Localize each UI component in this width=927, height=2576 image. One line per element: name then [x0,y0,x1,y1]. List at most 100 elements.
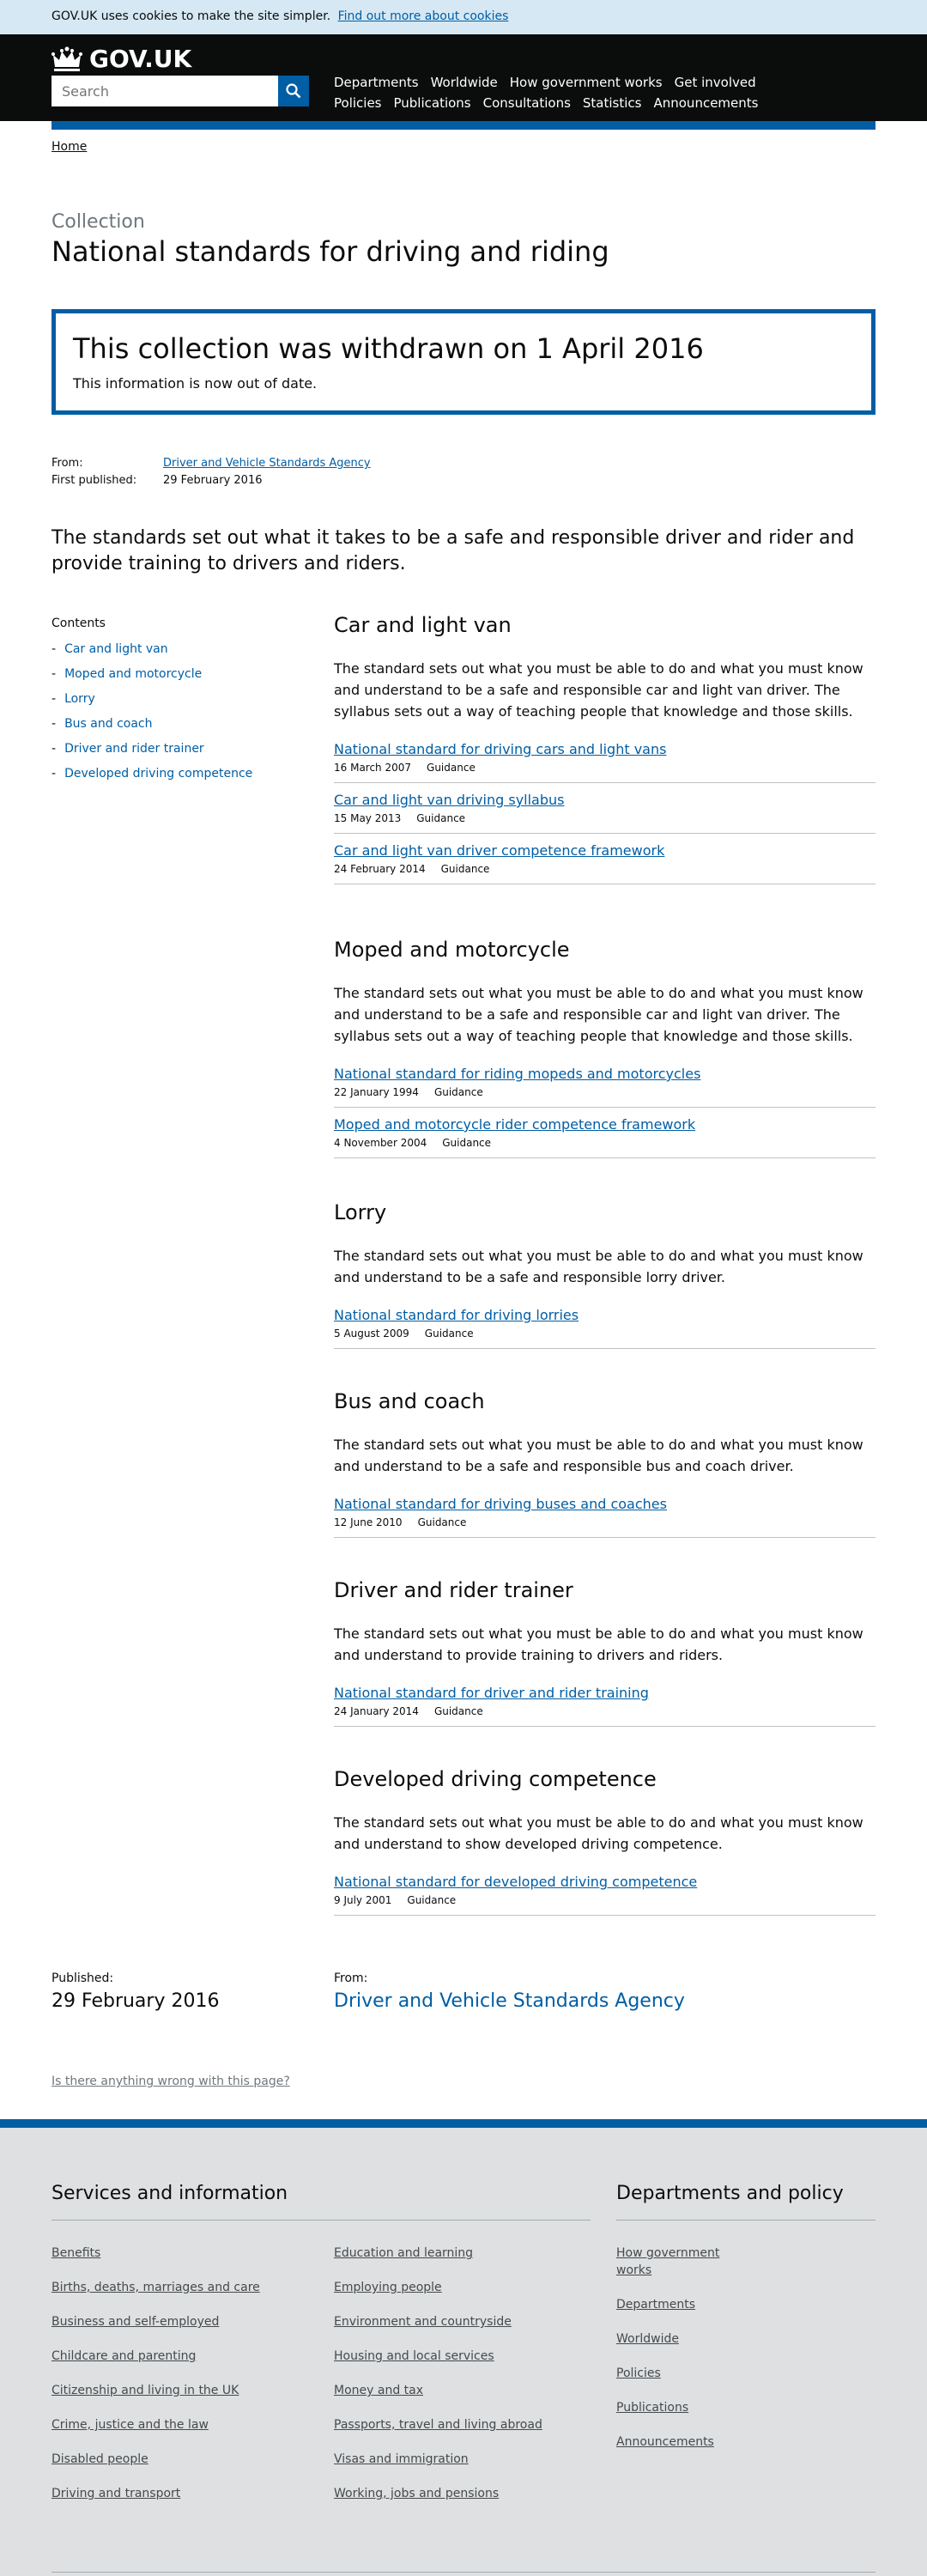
footer-link[interactable]: Citizenship and living in the UK [52,2382,334,2399]
nav-publications[interactable]: Publications [393,93,470,113]
document-type: Guidance [407,1894,457,1906]
search-button[interactable] [278,76,309,106]
footer-link[interactable]: Visas and immigration [334,2451,616,2468]
contents-dash: - [52,742,57,756]
published-label: Published: [52,1971,114,1985]
footer-link[interactable]: Housing and local services [334,2348,616,2365]
cookie-text: GOV.UK uses cookies to make the site sim… [52,9,331,23]
footer-link[interactable]: Childcare and parenting [52,2348,334,2365]
footer-link[interactable]: Employing people [334,2279,616,2296]
nav-statistics[interactable]: Statistics [583,93,642,113]
nav-departments[interactable]: Departments [334,72,419,93]
document-link[interactable]: National standard for driving cars and l… [334,739,876,760]
document-date: 16 March 2007 [334,762,412,774]
document-item: National standard for driver and rider t… [334,1676,876,1727]
section-heading: Bus and coach [334,1389,485,1413]
contents-dash: - [52,667,57,681]
section-description: The standard sets out what you must be a… [334,1625,863,1663]
govuk-logo-link[interactable]: GOV.UK [52,45,191,73]
document-item: National standard for driving lorries 5 … [334,1298,876,1349]
contents-link-developed[interactable]: Developed driving competence [64,767,252,781]
cookie-link[interactable]: Find out more about cookies [338,9,509,23]
footer-link[interactable]: Worldwide [616,2330,736,2348]
from-label: From: [334,1971,368,1985]
contents-link-car[interactable]: Car and light van [64,642,168,656]
from-organisation-link[interactable]: Driver and Vehicle Standards Agency [334,1990,685,2012]
contents-dash: - [52,692,57,706]
footer-link[interactable]: How government works [616,2245,736,2279]
published-column: Published: 29 February 2016 [52,1971,219,2012]
summary: The standards set out what it takes to b… [52,527,855,574]
document-item: Moped and motorcycle rider competence fr… [334,1108,876,1158]
footer-link[interactable]: Benefits [52,2245,334,2262]
document-type: Guidance [433,1705,483,1717]
footer-column: Education and learning Employing people … [334,2245,616,2519]
footer-link[interactable]: Departments [616,2296,736,2313]
section-description: The standard sets out what you must be a… [334,985,863,1044]
contents-item: - Lorry [52,687,309,712]
footer-link[interactable]: Money and tax [334,2382,616,2399]
document-link[interactable]: National standard for driver and rider t… [334,1683,876,1704]
section-heading: Moped and motorcycle [334,938,570,962]
footer-link[interactable]: Policies [616,2365,736,2382]
nav-how-government-works[interactable]: How government works [510,72,663,93]
footer-link[interactable]: Education and learning [334,2245,616,2262]
nav-get-involved[interactable]: Get involved [675,72,756,93]
site-header: GOV.UK Departments Worldwide How governmen… [0,34,927,121]
breadcrumb-home[interactable]: Home [52,140,87,154]
meta-from-link[interactable]: Driver and Vehicle Standards Agency [163,455,371,472]
main-content: Car and light van The standard sets out … [334,611,876,1954]
footer-link[interactable]: Environment and countryside [334,2313,616,2330]
contents-link-moped[interactable]: Moped and motorcycle [64,667,202,681]
footer-link[interactable]: Business and self-employed [52,2313,334,2330]
contents-link-lorry[interactable]: Lorry [64,692,95,706]
document-link[interactable]: Moped and motorcycle rider competence fr… [334,1115,876,1135]
page-title: National standards for driving and ridin… [52,235,609,268]
document-link[interactable]: National standard for developed driving … [334,1872,876,1893]
footer-link[interactable]: Crime, justice and the law [52,2416,334,2433]
meta-published-value: 29 February 2016 [163,474,263,487]
document-link[interactable]: National standard for riding mopeds and … [334,1064,876,1084]
crown-icon [52,46,82,71]
footer-link[interactable]: Announcements [616,2433,736,2451]
contents-link-trainer[interactable]: Driver and rider trainer [64,742,204,756]
from-column: From: Driver and Vehicle Standards Agenc… [334,1971,685,2012]
footer-link[interactable]: Working, jobs and pensions [334,2485,616,2502]
document-link[interactable]: National standard for driving lorries [334,1305,876,1326]
footer-link[interactable]: Publications [616,2399,736,2416]
document-item: National standard for driving cars and l… [334,732,876,783]
document-date: 15 May 2013 [334,812,402,824]
footer-link[interactable]: Passports, travel and living abroad [334,2416,616,2433]
section-bus-and-coach: Bus and coach The standard sets out what… [334,1388,876,1577]
search-input[interactable] [52,76,278,106]
section-moped-and-motorcycle: Moped and motorcycle The standard sets o… [334,936,876,1199]
report-problem-link[interactable]: Is there anything wrong with this page? [52,2075,290,2088]
withdrawn-notice: This collection was withdrawn on 1 April… [52,309,876,415]
document-date: 24 January 2014 [334,1705,419,1717]
contents-dash: - [52,717,57,731]
section-car-and-light-van: Car and light van The standard sets out … [334,611,876,936]
section-developed-driving-competence: Developed driving competence The standar… [334,1765,876,1954]
document-link[interactable]: Car and light van driver competence fram… [334,841,876,861]
contents-link-bus[interactable]: Bus and coach [64,717,152,731]
site-footer: Services and information Benefits Births… [0,2119,927,2576]
contents-list: Contents - Car and light van - Moped and m… [52,617,309,787]
document-link[interactable]: Car and light van driving syllabus [334,790,876,811]
footer-link[interactable]: Driving and transport [52,2485,334,2502]
withdrawn-heading: This collection was withdrawn on 1 April… [73,332,704,365]
document-link[interactable]: National standard for driving buses and … [334,1494,876,1515]
section-driver-and-rider-trainer: Driver and rider trainer The standard se… [334,1577,876,1765]
document-date: 4 November 2004 [334,1137,427,1149]
footer-link[interactable]: Disabled people [52,2451,334,2468]
metadata: From: Driver and Vehicle Standards Agenc… [52,455,371,489]
document-type: Guidance [416,812,466,824]
footer-link[interactable]: Births, deaths, marriages and care [52,2279,334,2296]
footer-services-links: Benefits Births, deaths, marriages and c… [52,2245,616,2519]
contents-heading: Contents [52,617,106,630]
nav-worldwide[interactable]: Worldwide [431,72,498,93]
published-date: 29 February 2016 [52,1990,220,2012]
nav-policies[interactable]: Policies [334,93,381,113]
nav-announcements[interactable]: Announcements [653,93,758,113]
section-description: The standard sets out what you must be a… [334,1437,863,1474]
nav-consultations[interactable]: Consultations [483,93,571,113]
